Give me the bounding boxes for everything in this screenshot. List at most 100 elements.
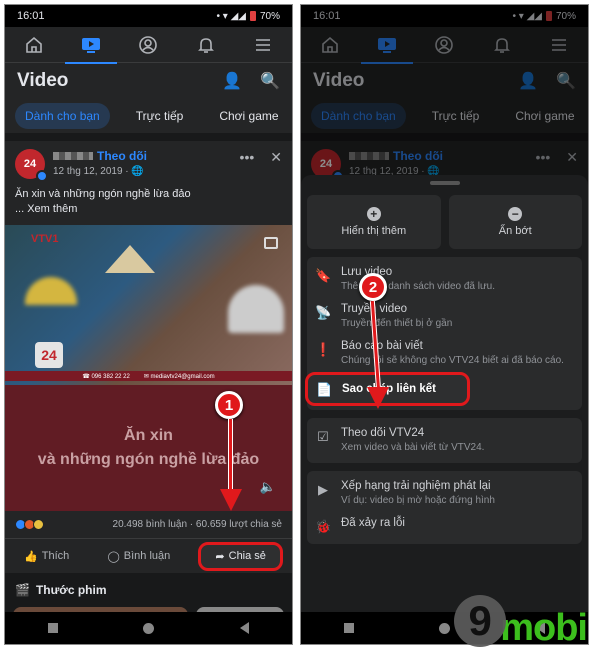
page-header: Video 👤 🔍 (301, 63, 588, 99)
annotation-arrow-1 (228, 419, 233, 493)
close-icon[interactable]: ✕ (270, 149, 282, 166)
copy-link-icon: 📄 (316, 382, 333, 397)
close-icon[interactable]: ✕ (566, 149, 578, 166)
watermark: 9 mobi (454, 595, 588, 649)
user-icon[interactable]: 👤 (222, 71, 242, 91)
sad-reaction-icon (33, 519, 44, 530)
watermark-text: mobi (500, 607, 588, 649)
menu-icon[interactable] (539, 27, 579, 63)
annotation-arrowhead-1 (220, 489, 242, 511)
battery-icon (249, 11, 256, 21)
post-stats: 20.498 bình luận · 60.659 lượt chia sẻ (5, 511, 292, 539)
profile-icon[interactable] (424, 27, 464, 63)
search-icon[interactable]: 🔍 (556, 71, 576, 91)
home-icon[interactable] (310, 27, 350, 63)
play-icon: ▶ (318, 482, 328, 497)
speaker-icon[interactable]: 🔈 (260, 475, 276, 499)
more-options-icon[interactable]: ••• (536, 149, 551, 166)
follow-vtv24-item[interactable]: ☑ Theo dõi VTV24 Xem video và bài viết từ … (307, 422, 582, 459)
share-icon: ➦ (215, 550, 225, 563)
item-title: Truyền video (341, 303, 408, 315)
report-post-item[interactable]: ❗ Báo cáo bài viết Chúng tôi sẽ không cho … (307, 335, 582, 372)
tab-for-you[interactable]: Dành cho bạn (311, 103, 406, 129)
recents-button[interactable] (343, 623, 354, 633)
like-label: Thích (41, 550, 70, 562)
watermark-digit: 9 (454, 595, 507, 647)
video-player[interactable]: VTV1 24 ☎ 096 382 22 22 ✉ mediavtv24@gmai… (5, 225, 292, 385)
blurred-page-name (53, 152, 93, 160)
page-title: Video (17, 70, 69, 91)
show-more-label: Hiển thị thêm (341, 225, 407, 237)
comment-icon: ◯ (107, 550, 120, 563)
signal-icon: • ▾ ◢◢ (512, 10, 542, 22)
item-title: Đã xảy ra lỗi (341, 517, 405, 529)
pip-icon[interactable] (264, 237, 278, 249)
rate-playback-item[interactable]: ▶ Xếp hạng trải nghiệm phát lại Ví dụ: vid… (307, 475, 582, 512)
battery-level: 70% (555, 10, 576, 22)
follow-link[interactable]: Theo dõi (393, 149, 443, 163)
show-less-label: Ẩn bớt (498, 225, 532, 237)
menu-icon[interactable] (243, 27, 283, 63)
options-group-1: 🔖 Lưu video Thêm vào danh sách video đã lư… (305, 257, 582, 410)
show-more-button[interactable]: + Hiển thị thêm (307, 195, 441, 249)
item-subtitle: Xem video và bài viết từ VTV24. (341, 442, 485, 453)
tab-gaming[interactable]: Chơi game (505, 103, 584, 129)
contact-phone: ☎ 096 382 22 22 (82, 373, 130, 380)
top-nav (301, 27, 588, 64)
profile-icon[interactable] (128, 27, 168, 63)
bug-icon: 🐞 (315, 519, 332, 534)
comment-label: Bình luận (123, 550, 171, 562)
reactions[interactable] (15, 519, 44, 530)
system-nav (5, 612, 292, 644)
report-bug-item[interactable]: 🐞 Đã xảy ra lỗi (307, 512, 582, 540)
avatar[interactable]: 24 (15, 149, 48, 182)
sheet-drag-handle[interactable] (429, 181, 460, 185)
tab-live[interactable]: Trực tiếp (126, 103, 194, 129)
follow-link[interactable]: Theo dõi (97, 149, 147, 163)
tab-live[interactable]: Trực tiếp (422, 103, 490, 129)
recents-button[interactable] (47, 623, 58, 633)
video-icon[interactable] (65, 27, 118, 64)
tab-gaming[interactable]: Chơi game (209, 103, 288, 129)
reels-title: Thước phim (35, 583, 107, 597)
step-badge-2: 2 (359, 273, 387, 301)
globe-icon: 🌐 (131, 166, 144, 177)
comment-button[interactable]: ◯ Bình luận (97, 544, 180, 569)
back-button[interactable] (240, 622, 250, 634)
page-header: Video 👤 🔍 (5, 63, 292, 99)
scene-helmet (25, 277, 77, 305)
caption-line-1: Ăn xin (124, 427, 173, 444)
search-icon[interactable]: 🔍 (260, 71, 280, 91)
save-video-item[interactable]: 🔖 Lưu video Thêm vào danh sách video đã lư… (307, 261, 582, 298)
battery-icon (545, 11, 552, 21)
home-button[interactable] (143, 622, 155, 634)
see-more-link[interactable]: ... Xem thêm (15, 202, 282, 217)
scene-conical-hat (105, 245, 155, 273)
plus-circle-icon: + (366, 207, 381, 221)
video-tabs: Dành cho bạn Trực tiếp Chơi game Reels (301, 99, 588, 133)
video-icon[interactable] (361, 27, 414, 64)
user-icon[interactable]: 👤 (518, 71, 538, 91)
bell-icon[interactable] (482, 27, 522, 63)
item-subtitle: Truyền đến thiết bị ở gần (341, 318, 453, 329)
stats-text[interactable]: 20.498 bình luận · 60.659 lượt chia sẻ (113, 519, 282, 530)
cast-video-item[interactable]: 📡 Truyền video Truyền đến thiết bị ở gần (307, 298, 582, 335)
share-button[interactable]: ➦ Chia sẻ (198, 541, 283, 571)
home-button[interactable] (439, 622, 451, 634)
bell-icon[interactable] (186, 27, 226, 63)
post-text: Ăn xin và những ngón nghề lừa đảo (15, 188, 191, 200)
top-nav (5, 27, 292, 64)
options-sheet: + Hiển thị thêm − Ẩn bớt 🔖 Lưu video Thêm và… (301, 175, 588, 612)
report-icon: ❗ (315, 342, 332, 357)
show-less-button[interactable]: − Ẩn bớt (448, 195, 582, 249)
page-title: Video (313, 70, 365, 91)
tab-for-you[interactable]: Dành cho bạn (15, 103, 110, 129)
home-icon[interactable] (14, 27, 54, 63)
like-button[interactable]: 👍 Thích (14, 544, 79, 569)
phone-screen-right: 16:01 • ▾ ◢◢ 70% Video 👤 🔍 Dành cho bạn Tr… (300, 4, 589, 645)
options-group-3: ▶ Xếp hạng trải nghiệm phát lại Ví dụ: vid… (307, 471, 582, 544)
more-options-icon[interactable]: ••• (240, 149, 255, 166)
contact-email: ✉ mediavtv24@gmail.com (143, 373, 215, 380)
verified-icon (36, 170, 48, 182)
signal-icon: • ▾ ◢◢ (216, 10, 246, 22)
